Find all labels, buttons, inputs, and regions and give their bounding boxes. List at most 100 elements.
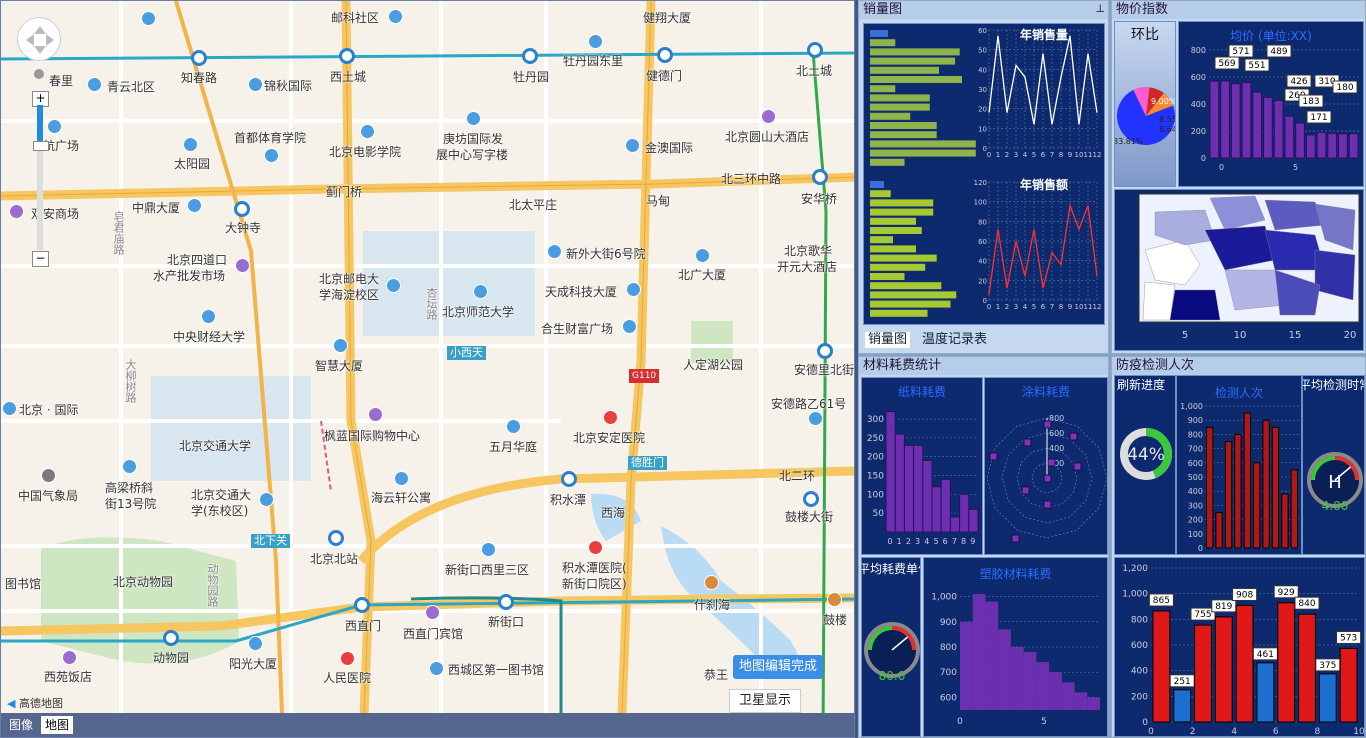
metro-station-icon[interactable] [498,594,514,610]
poi-pin-icon[interactable] [547,244,562,259]
hospital-pin-icon[interactable] [588,540,603,555]
tab-image[interactable]: 图像 [5,716,37,734]
poi-label[interactable]: 中国气象局 [18,489,78,503]
poi-label[interactable]: 北京圆山大酒店 [725,130,809,144]
metro-station-icon[interactable] [339,48,355,64]
poi-label[interactable]: 动物园 [153,651,189,665]
metro-station-icon[interactable] [812,169,828,185]
poi-pin-icon[interactable] [386,278,401,293]
poi-label[interactable]: 新街口 [488,615,524,629]
poi-label[interactable]: 春里 [49,74,73,88]
poi-pin-icon[interactable] [264,148,279,163]
zoom-out-button[interactable]: − [32,251,49,267]
poi-label[interactable]: 中央财经大学 [173,330,245,344]
metro-station-icon[interactable] [817,343,833,359]
poi-pin-icon[interactable] [183,137,198,152]
poi-label[interactable]: 健翔大厦 [643,11,691,25]
poi-label[interactable]: 北京交通大学 [179,439,251,453]
poi-label[interactable]: 北广大厦 [678,268,726,282]
poi-label[interactable]: 锦秋国际 [264,79,312,93]
poi-label[interactable]: 西海 [601,506,625,520]
poi-label[interactable]: 北京师范大学 [442,305,514,319]
shop-pin-icon[interactable] [9,204,24,219]
poi-label[interactable]: 中鼎大厦 [132,201,180,215]
shop-pin-icon[interactable] [368,407,383,422]
edit-done-button[interactable]: 地图编辑完成 [733,655,823,679]
poi-label[interactable]: 阳光大厦 [229,657,277,671]
poi-label[interactable]: 北太平庄 [509,198,557,212]
locate-button[interactable] [34,69,44,79]
poi-label[interactable]: 高梁桥斜 [105,481,153,495]
tab-sales[interactable]: 销量图 [865,332,911,348]
metro-station-icon[interactable] [163,630,179,646]
metro-station-icon[interactable] [328,530,344,546]
metro-station-icon[interactable] [803,491,819,507]
zoom-slider-track[interactable] [33,105,49,250]
poi-label[interactable]: 积水潭医院( [562,561,627,575]
pan-control[interactable] [17,17,61,61]
poi-label[interactable]: 合生财富广场 [541,322,613,336]
poi-label[interactable]: 北京安定医院 [573,431,645,445]
poi-label[interactable]: 太阳园 [174,157,210,171]
hotel-pin-icon[interactable] [425,605,440,620]
poi-label[interactable]: 北京 · 国际 [19,403,78,417]
metro-station-icon[interactable] [807,42,823,58]
poi-label[interactable]: 北京歌华 [784,244,832,258]
poi-pin-icon[interactable] [87,77,102,92]
poi-label[interactable]: 五月华庭 [489,440,537,454]
metro-station-icon[interactable] [234,201,250,217]
poi-label[interactable]: 枫蓝国际购物中心 [324,429,420,443]
hotel-pin-icon[interactable] [62,650,77,665]
poi-label[interactable]: 人定湖公园 [683,358,743,372]
poi-pin-icon[interactable] [429,661,444,676]
poi-label[interactable]: 西苑饭店 [44,670,92,684]
metro-station-icon[interactable] [561,471,577,487]
poi-label[interactable]: 什刹海 [694,598,730,612]
poi-label[interactable]: 西直门 [345,619,381,633]
poi-label[interactable]: 北京四道口 [167,253,227,267]
poi-label[interactable]: 学海淀校区 [319,288,379,302]
shop-pin-icon[interactable] [235,258,250,273]
poi-pin-icon[interactable] [394,471,409,486]
poi-pin-icon[interactable] [248,636,263,651]
poi-label[interactable]: 牡丹园东里 [563,54,623,68]
poi-label[interactable]: 图书馆 [5,577,41,591]
scenic-pin-icon[interactable] [827,592,842,607]
poi-pin-icon[interactable] [466,111,481,126]
poi-pin-icon[interactable] [626,282,641,297]
poi-label[interactable]: 邮科社区 [331,11,379,25]
scenic-pin-icon[interactable] [704,575,719,590]
poi-pin-icon[interactable] [625,138,640,153]
poi-pin-icon[interactable] [473,284,488,299]
poi-label[interactable]: 新街口西里三区 [445,563,529,577]
poi-label[interactable]: 牡丹园 [513,70,549,84]
poi-label[interactable]: 北京邮电大 [319,272,379,286]
poi-pin-icon[interactable] [808,411,823,426]
poi-pin-icon[interactable] [333,338,348,353]
map-view[interactable]: 邮科社区 健翔大厦 牡丹园东里 西土城 牡丹园 健德门 北土城 春里 青云北区 知春路 锦秋国际 首都… [0,0,855,738]
poi-label[interactable]: 金澳国际 [645,141,693,155]
poi-label[interactable]: 开元大酒店 [777,260,837,274]
poi-label[interactable]: 北三环中路 [721,172,781,186]
hotel-pin-icon[interactable] [761,109,776,124]
poi-label[interactable]: 北京北站 [310,552,358,566]
pin-icon[interactable]: ⊥ [1095,2,1105,15]
poi-label[interactable]: 海云轩公寓 [371,491,431,505]
poi-label[interactable]: 知春路 [181,71,217,85]
poi-label[interactable]: 恭王 [704,668,728,682]
poi-label[interactable]: 首都体育学院 [234,131,306,145]
poi-pin-icon[interactable] [360,124,375,139]
poi-label[interactable]: 学(东校区) [191,504,248,518]
zoom-slider-handle[interactable] [33,141,49,151]
poi-label[interactable]: 北京动物园 [113,575,173,589]
poi-label[interactable]: 北土城 [796,64,832,78]
poi-label[interactable]: 展中心写字楼 [436,148,508,162]
metro-station-icon[interactable] [354,597,370,613]
poi-label[interactable]: 马甸 [646,194,670,208]
poi-label[interactable]: 积水潭 [550,493,586,507]
hospital-pin-icon[interactable] [340,651,355,666]
poi-label[interactable]: 北京电影学院 [329,145,401,159]
landmark-pin-icon[interactable] [41,468,56,483]
poi-pin-icon[interactable] [481,542,496,557]
poi-pin-icon[interactable] [588,34,603,49]
